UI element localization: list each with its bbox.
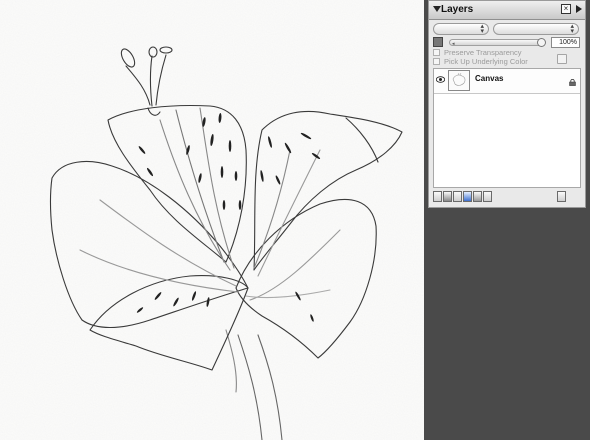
composite-depth-select[interactable]: ▴ ▾ [493,23,579,35]
adjust-icon[interactable] [453,191,462,202]
new-layer-icon[interactable] [473,191,482,202]
preserve-transparency-label: Preserve Transparency [444,48,522,57]
panel-title: Layers [441,4,474,15]
lock-icon [569,79,576,86]
layer-list: Canvas [433,68,581,188]
layer-row-canvas[interactable]: Canvas [434,69,580,94]
panel-menu-arrow-icon[interactable] [576,5,582,13]
close-icon[interactable]: × [561,4,571,14]
collapse-triangle-icon[interactable] [433,6,441,12]
composite-method-select[interactable]: ▴ ▾ [433,23,489,35]
opacity-icon [433,37,443,47]
layers-panel: Layers × ▴ ▾ ▴ ▾ ◂ 100% Preserve Transpare… [428,0,586,208]
pick-up-underlying-color-checkbox[interactable] [433,58,440,65]
slider-min-marker: ◂ [452,41,455,47]
document-canvas[interactable] [0,0,424,440]
lock-layer-icon[interactable] [557,54,567,64]
dynamic-plugins-icon[interactable] [443,191,452,202]
lily-sketch-artwork [0,0,424,440]
layer-name: Canvas [475,74,504,83]
layer-thumbnail [448,70,470,91]
select-arrows-icon: ▴ ▾ [570,23,574,35]
eye-icon[interactable] [436,76,445,83]
new-mask-icon[interactable] [483,191,492,202]
layer-mask-icon[interactable] [463,191,472,202]
panel-titlebar[interactable]: Layers × [429,1,585,20]
pick-up-underlying-color-label: Pick Up Underlying Color [444,57,528,66]
new-group-icon[interactable] [433,191,442,202]
opacity-slider-knob[interactable] [537,38,546,47]
thumbnail-sketch-icon [452,72,466,86]
preserve-transparency-checkbox[interactable] [433,49,440,56]
layers-bottom-toolbar [433,191,581,205]
select-arrows-icon: ▴ ▾ [480,23,484,35]
opacity-slider[interactable]: ◂ [449,38,546,47]
delete-icon[interactable] [557,191,566,202]
opacity-field[interactable]: 100% [551,37,580,48]
